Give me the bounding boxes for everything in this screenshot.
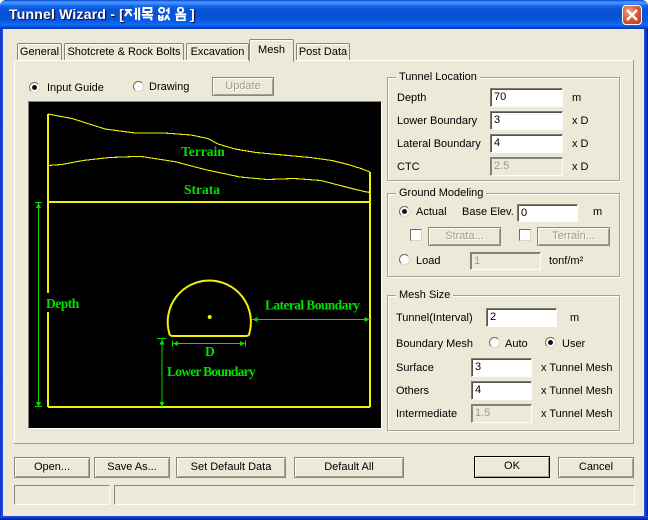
svg-text:Strata: Strata — [184, 182, 220, 197]
svg-text:Lateral Boundary: Lateral Boundary — [265, 298, 360, 313]
svg-text:Terrain: Terrain — [181, 144, 225, 159]
svg-text:D: D — [205, 344, 215, 359]
svg-text:Lower Boundary: Lower Boundary — [167, 364, 256, 379]
svg-text:Depth: Depth — [46, 296, 80, 311]
